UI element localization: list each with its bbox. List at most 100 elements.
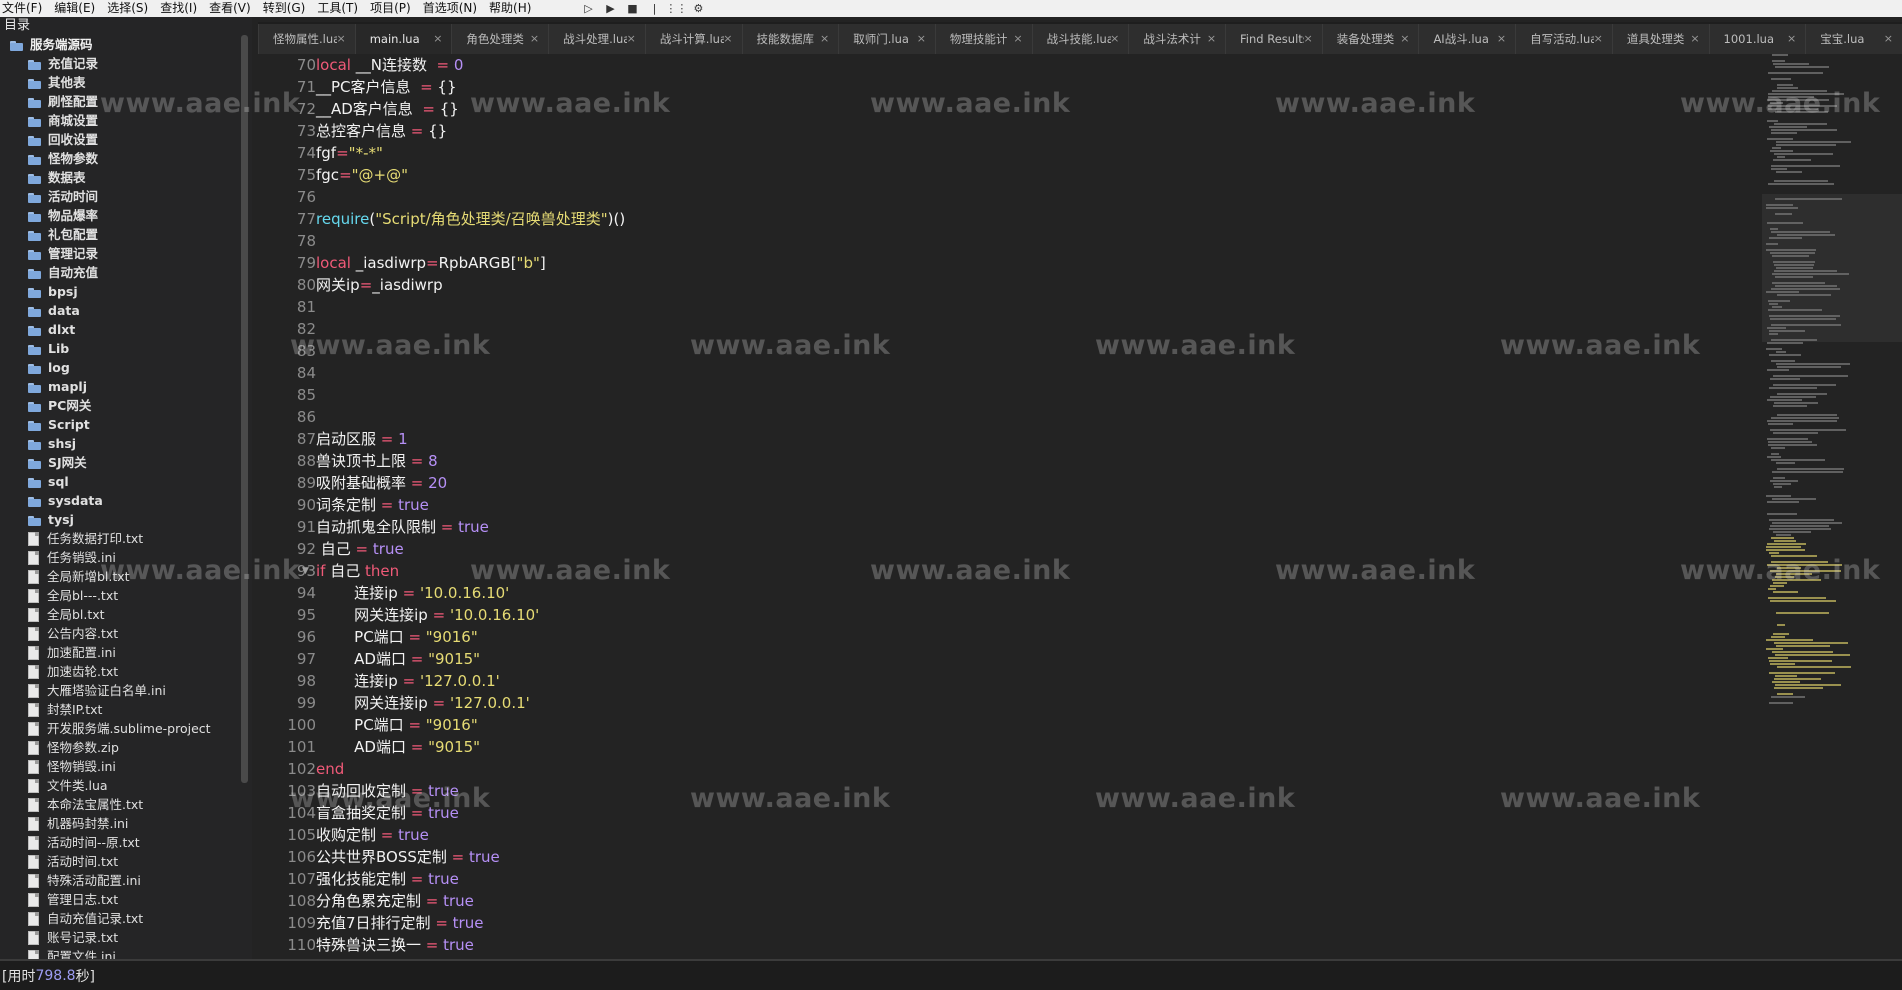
code-line[interactable]: 充值7日排行定制 = true bbox=[316, 912, 625, 934]
tree-folder[interactable]: tysj bbox=[0, 510, 252, 529]
tree-file[interactable]: 任务数据打印.txt bbox=[0, 529, 252, 548]
tree-file[interactable]: 配置文件.ini bbox=[0, 947, 252, 959]
tree-folder[interactable]: 物品爆率 bbox=[0, 206, 252, 225]
tree-folder[interactable]: sysdata bbox=[0, 491, 252, 510]
stop-icon[interactable]: ■ bbox=[621, 0, 643, 17]
tree-file[interactable]: 加速配置.ini bbox=[0, 643, 252, 662]
code-line[interactable]: PC端口 = "9016" bbox=[316, 626, 625, 648]
close-icon[interactable]: × bbox=[530, 32, 539, 45]
tab-0[interactable]: 怪物属性.lua × bbox=[258, 24, 355, 54]
run-icon[interactable]: ▶ bbox=[599, 0, 621, 17]
tree-folder[interactable]: 礼包配置 bbox=[0, 225, 252, 244]
tree-folder[interactable]: 活动时间 bbox=[0, 187, 252, 206]
tree-file[interactable]: 机器码封禁.ini bbox=[0, 814, 252, 833]
tree-folder[interactable]: log bbox=[0, 358, 252, 377]
tab-1[interactable]: main.lua × bbox=[354, 24, 452, 54]
tree-file[interactable]: 账号记录.txt bbox=[0, 928, 252, 947]
code-line[interactable]: 网关连接ip = '10.0.16.10' bbox=[316, 604, 625, 626]
separator-icon[interactable]: | bbox=[643, 0, 665, 17]
code-line[interactable]: 强化技能定制 = true bbox=[316, 868, 625, 890]
close-icon[interactable]: × bbox=[1690, 32, 1699, 45]
tree-folder[interactable]: 商城设置 bbox=[0, 111, 252, 130]
code-line[interactable]: __PC客户信息 = {} bbox=[316, 76, 625, 98]
tab-3[interactable]: 战斗处理.lua × bbox=[548, 24, 645, 54]
tree-folder[interactable]: bpsj bbox=[0, 282, 252, 301]
menu-item-0[interactable]: 文件(F) bbox=[0, 0, 48, 17]
code-area[interactable]: local __N连接数 = 0 __PC客户信息 = {} __AD客户信息 = … bbox=[316, 54, 625, 956]
tree-file[interactable]: 全局bl.txt bbox=[0, 605, 252, 624]
code-line[interactable]: 自动回收定制 = true bbox=[316, 780, 625, 802]
code-line[interactable]: 自动抓鬼全队限制 = true bbox=[316, 516, 625, 538]
tree-file[interactable]: 公告内容.txt bbox=[0, 624, 252, 643]
close-icon[interactable]: × bbox=[1400, 32, 1409, 45]
tree-file[interactable]: 文件类.lua bbox=[0, 776, 252, 795]
tree-folder[interactable]: 回收设置 bbox=[0, 130, 252, 149]
close-icon[interactable]: × bbox=[1787, 32, 1796, 45]
menu-item-4[interactable]: 查看(V) bbox=[203, 0, 257, 17]
fold-arrow-icon[interactable]: ▼ bbox=[302, 560, 309, 582]
code-line[interactable]: AD端口 = "9015" bbox=[316, 648, 625, 670]
code-line[interactable]: 词条定制 = true bbox=[316, 494, 625, 516]
tree-file[interactable]: 怪物销毁.ini bbox=[0, 757, 252, 776]
tree-folder[interactable]: 自动充值 bbox=[0, 263, 252, 282]
tree-file[interactable]: 全局新增bl.txt bbox=[0, 567, 252, 586]
tab-7[interactable]: 物理技能计 × bbox=[934, 24, 1032, 54]
code-line[interactable]: end bbox=[316, 758, 625, 780]
code-line[interactable]: 公共世界BOSS定制 = true bbox=[316, 846, 625, 868]
tab-11[interactable]: 装备处理类 × bbox=[1321, 24, 1419, 54]
tree-folder[interactable]: 其他表 bbox=[0, 73, 252, 92]
tab-2[interactable]: 角色处理类 × bbox=[451, 24, 549, 54]
code-line[interactable]: AD端口 = "9015" bbox=[316, 736, 625, 758]
code-line[interactable] bbox=[316, 362, 625, 384]
tree-folder[interactable]: Lib bbox=[0, 339, 252, 358]
tree-folder[interactable]: 数据表 bbox=[0, 168, 252, 187]
code-line[interactable]: 连接ip = '127.0.0.1' bbox=[316, 670, 625, 692]
code-line[interactable] bbox=[316, 230, 625, 252]
code-line[interactable]: local __N连接数 = 0 bbox=[316, 54, 625, 76]
code-line[interactable]: 兽诀顶书上限 = 8 bbox=[316, 450, 625, 472]
code-line[interactable]: 总控客户信息 = {} bbox=[316, 120, 625, 142]
close-icon[interactable]: × bbox=[1110, 32, 1119, 45]
code-line[interactable]: fgc="@+@" bbox=[316, 164, 625, 186]
tree-file[interactable]: 封禁IP.txt bbox=[0, 700, 252, 719]
tree-folder[interactable]: sql bbox=[0, 472, 252, 491]
tree-file[interactable]: 加速齿轮.txt bbox=[0, 662, 252, 681]
code-line[interactable] bbox=[316, 296, 625, 318]
code-line[interactable]: require("Script/角色处理类/召唤兽处理类")() bbox=[316, 208, 625, 230]
close-icon[interactable]: × bbox=[1304, 32, 1313, 45]
code-line[interactable]: 启动区服 = 1 bbox=[316, 428, 625, 450]
code-line[interactable] bbox=[316, 384, 625, 406]
build-icon[interactable]: ⋮⋮ bbox=[665, 0, 687, 17]
menu-item-3[interactable]: 查找(I) bbox=[154, 0, 203, 17]
code-line[interactable] bbox=[316, 186, 625, 208]
code-line[interactable]: fgf="*-*" bbox=[316, 142, 625, 164]
menu-item-8[interactable]: 首选项(N) bbox=[417, 0, 483, 17]
code-line[interactable]: 网关ip=_iasdiwrp bbox=[316, 274, 625, 296]
tab-15[interactable]: 1001.lua × bbox=[1708, 24, 1806, 54]
menu-item-6[interactable]: 工具(T) bbox=[311, 0, 364, 17]
code-line[interactable]: 分角色累充定制 = true bbox=[316, 890, 625, 912]
tree-folder[interactable]: 充值记录 bbox=[0, 54, 252, 73]
code-line[interactable]: local _iasdiwrp=RpbARGB["b"] bbox=[316, 252, 625, 274]
close-icon[interactable]: × bbox=[1207, 32, 1216, 45]
code-line[interactable]: PC端口 = "9016" bbox=[316, 714, 625, 736]
tree-file[interactable]: 活动时间.txt bbox=[0, 852, 252, 871]
tree-folder[interactable]: data bbox=[0, 301, 252, 320]
menu-item-2[interactable]: 选择(S) bbox=[101, 0, 154, 17]
tree-folder[interactable]: PC网关 bbox=[0, 396, 252, 415]
tree-folder[interactable]: Script bbox=[0, 415, 252, 434]
code-line[interactable] bbox=[316, 406, 625, 428]
menu-item-9[interactable]: 帮助(H) bbox=[483, 0, 537, 17]
tab-14[interactable]: 道具处理类 × bbox=[1611, 24, 1709, 54]
code-line[interactable]: 吸附基础概率 = 20 bbox=[316, 472, 625, 494]
close-icon[interactable]: × bbox=[336, 32, 345, 45]
code-line[interactable]: 特殊兽诀三换一 = true bbox=[316, 934, 625, 956]
tab-8[interactable]: 战斗技能.lua × bbox=[1031, 24, 1129, 54]
tab-16[interactable]: 宝宝.lua × bbox=[1805, 24, 1902, 54]
code-line[interactable]: 连接ip = '10.0.16.10' bbox=[316, 582, 625, 604]
settings-icon[interactable]: ⚙ bbox=[687, 0, 709, 17]
tree-folder[interactable]: 管理记录 bbox=[0, 244, 252, 263]
tree-file[interactable]: 自动充值记录.txt bbox=[0, 909, 252, 928]
tree-folder[interactable]: dlxt bbox=[0, 320, 252, 339]
close-icon[interactable]: × bbox=[1594, 32, 1603, 45]
